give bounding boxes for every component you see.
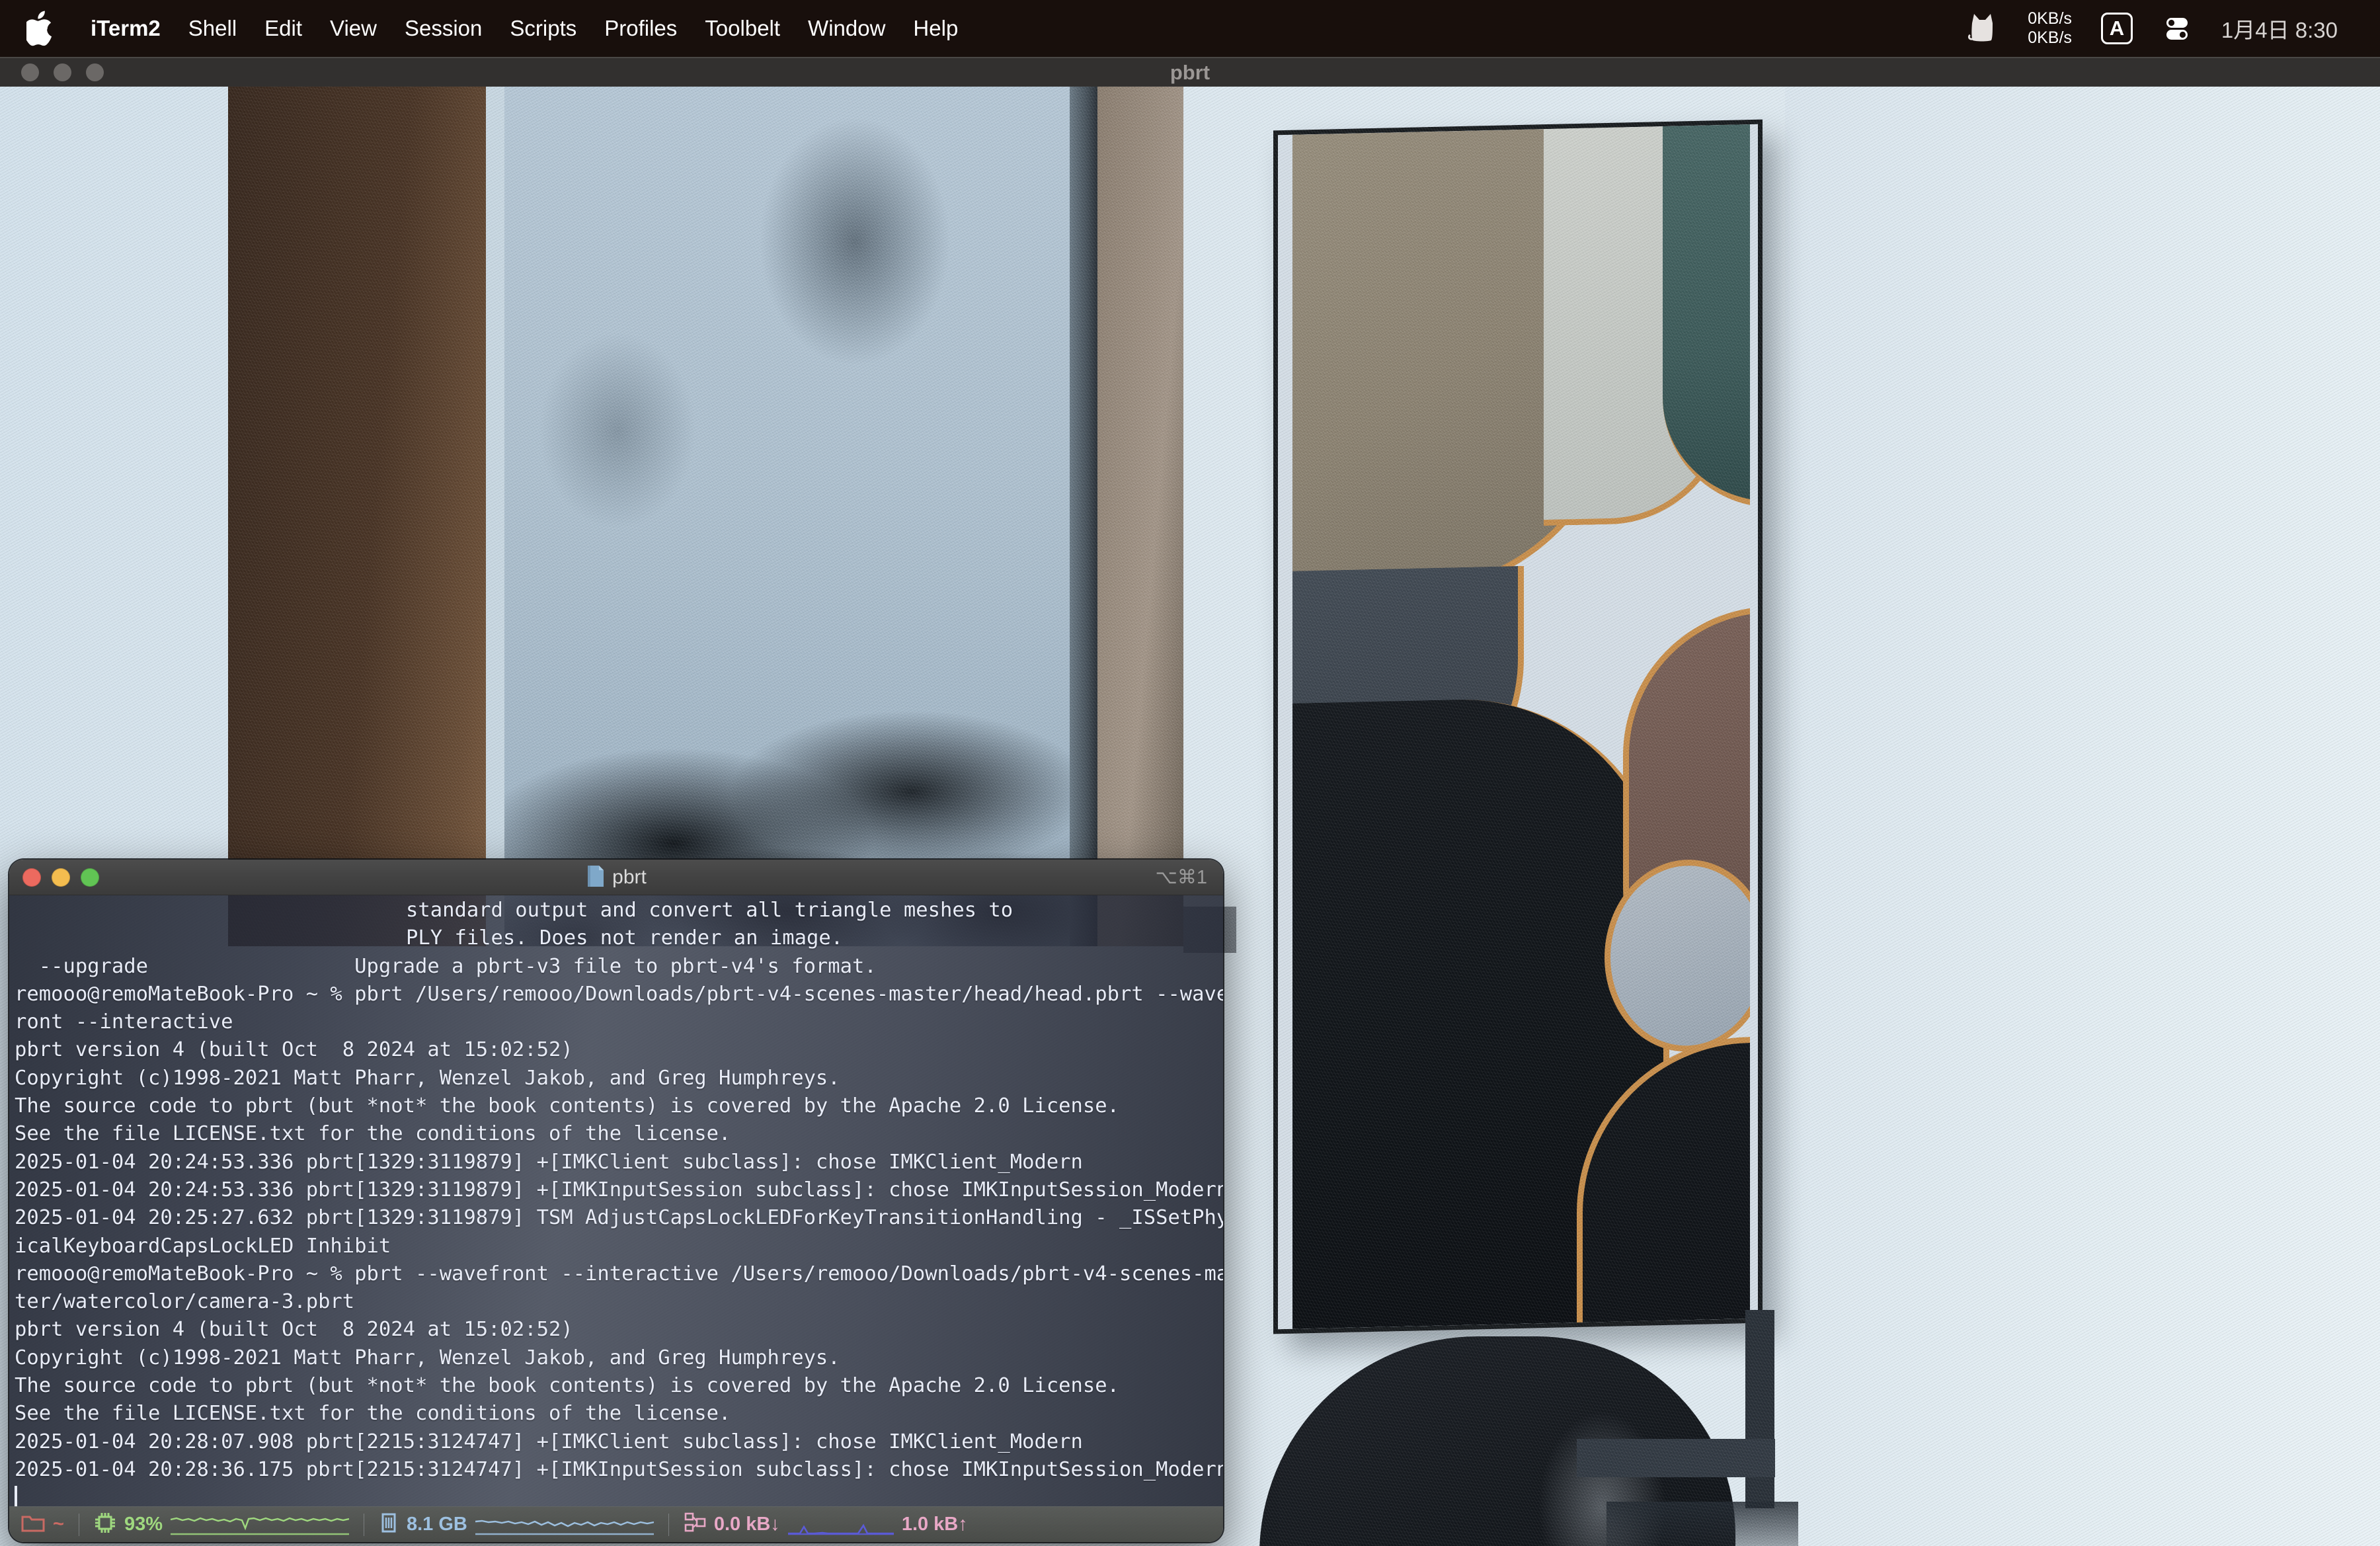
terminal-line: --upgrade Upgrade a pbrt-v3 file to pbrt…	[15, 954, 877, 978]
terminal-line: remooo@remoMateBook-Pro ~ % pbrt /Users/…	[15, 982, 1223, 1006]
iterm-title-group: pbrt	[9, 860, 1223, 895]
network-speed-indicator[interactable]: 0KB/s 0KB/s	[2013, 9, 2086, 48]
status-network[interactable]: 0.0 kB↓ 1.0 kB↑	[684, 1512, 968, 1537]
scene-chair-shadow	[1606, 1502, 1798, 1546]
desktop-screen: pbrt pbrt ⌥⌘1 standard output and conver…	[0, 0, 2380, 1546]
terminal-cursor-line[interactable]	[15, 1484, 1223, 1506]
menubar-item-scripts[interactable]: Scripts	[496, 0, 590, 57]
menubar-clock-text: 1月4日 8:30	[2221, 18, 2338, 42]
cpu-icon	[94, 1512, 116, 1537]
folder-icon	[21, 1513, 45, 1536]
terminal-line: See the file LICENSE.txt for the conditi…	[15, 1402, 731, 1426]
menubar-item-window[interactable]: Window	[794, 0, 899, 57]
terminal-line: The source code to pbrt (but *not* the b…	[15, 1374, 1119, 1398]
control-center-icon[interactable]	[2147, 13, 2207, 44]
terminal-line: 2025-01-04 20:24:53.336 pbrt[1329:311987…	[15, 1178, 1223, 1201]
status-cpu-text: 93%	[124, 1514, 163, 1535]
cat-icon[interactable]	[1951, 11, 2013, 46]
status-net-down: 0.0 kB↓	[713, 1514, 780, 1535]
terminal-line: 2025-01-04 20:24:53.336 pbrt[1329:311987…	[15, 1150, 1083, 1174]
status-net-up: 1.0 kB↑	[901, 1514, 968, 1535]
terminal-line: See the file LICENSE.txt for the conditi…	[15, 1122, 731, 1146]
document-icon	[586, 865, 604, 891]
cpu-sparkline	[170, 1514, 349, 1536]
terminal-lines: standard output and convert all triangle…	[15, 897, 1223, 1506]
input-source-indicator[interactable]: A	[2086, 13, 2147, 44]
menubar-left-group: iTerm2 Shell Edit View Session Scripts P…	[0, 0, 972, 57]
menubar-item-profiles[interactable]: Profiles	[590, 0, 691, 57]
terminal-line: Copyright (c)1998-2021 Matt Pharr, Wenze…	[15, 1346, 840, 1369]
memory-icon	[379, 1512, 399, 1537]
menubar-clock[interactable]: 1月4日 8:30	[2207, 13, 2352, 44]
terminal-line: icalKeyboardCapsLockLED Inhibit	[15, 1234, 391, 1258]
network-sparkline	[787, 1514, 894, 1536]
menubar-item-session[interactable]: Session	[391, 0, 496, 57]
menubar-item-help[interactable]: Help	[899, 0, 972, 57]
terminal-line: 2025-01-04 20:28:36.175 pbrt[2215:312474…	[15, 1457, 1223, 1481]
scene-marble-edge	[1070, 87, 1097, 946]
scene-table-leg	[1745, 1310, 1774, 1508]
terminal-line: 2025-01-04 20:25:27.632 pbrt[1329:311987…	[15, 1206, 1223, 1230]
scene-picture-frame	[1273, 119, 1763, 1334]
iterm-title-text: pbrt	[612, 866, 647, 888]
scene-wall-right	[1785, 87, 2380, 1546]
terminal-line: Copyright (c)1998-2021 Matt Pharr, Wenze…	[15, 1066, 840, 1090]
terminal-line: pbrt version 4 (built Oct 8 2024 at 15:0…	[15, 1038, 573, 1062]
menubar-status-group: 0KB/s 0KB/s A 1月4日 8:30	[1951, 9, 2380, 48]
status-cwd[interactable]: ~	[21, 1513, 64, 1536]
terminal-line: PLY files. Does not render an image.	[406, 926, 844, 950]
pbrt-window-title: pbrt	[1170, 61, 1210, 84]
macos-menubar[interactable]: iTerm2 Shell Edit View Session Scripts P…	[0, 0, 2380, 57]
status-divider	[668, 1513, 669, 1536]
terminal-line: The source code to pbrt (but *not* the b…	[15, 1094, 1119, 1118]
terminal-line: 2025-01-04 20:28:07.908 pbrt[2215:312474…	[15, 1430, 1083, 1453]
iterm-window[interactable]: pbrt ⌥⌘1 standard output and convert all…	[9, 860, 1223, 1542]
menubar-item-view[interactable]: View	[316, 0, 391, 57]
terminal-line: pbrt version 4 (built Oct 8 2024 at 15:0…	[15, 1318, 573, 1342]
iterm-titlebar[interactable]: pbrt ⌥⌘1	[9, 860, 1223, 895]
menubar-item-toolbelt[interactable]: Toolbelt	[691, 0, 794, 57]
terminal-line: ront --interactive	[15, 1010, 233, 1034]
menubar-item-edit[interactable]: Edit	[251, 0, 316, 57]
terminal-line: remooo@remoMateBook-Pro ~ % pbrt --wavef…	[15, 1262, 1223, 1285]
netspeed-up: 0KB/s	[2028, 28, 2072, 47]
status-memory[interactable]: 8.1 GB	[379, 1512, 654, 1537]
status-cpu[interactable]: 93%	[94, 1512, 349, 1537]
terminal-status-bar[interactable]: ~ 93% 8.1 GB 0.0 kB↓ 1.0 kB↑	[9, 1506, 1223, 1542]
menubar-item-iterm2[interactable]: iTerm2	[77, 0, 175, 57]
terminal-line: standard output and convert all triangle…	[406, 899, 1013, 922]
scene-brown-column	[228, 87, 486, 946]
terminal-output-area[interactable]: standard output and convert all triangle…	[9, 895, 1223, 1506]
text-cursor	[15, 1486, 17, 1506]
scene-marble-panel	[504, 87, 1070, 946]
network-icon	[684, 1512, 706, 1537]
input-source-badge: A	[2100, 13, 2133, 44]
scene-light-strip	[486, 87, 504, 946]
apple-logo-icon[interactable]	[26, 10, 57, 47]
netspeed-down: 0KB/s	[2028, 9, 2072, 28]
status-cwd-text: ~	[53, 1514, 64, 1535]
scene-table-top	[1577, 1439, 1775, 1477]
iterm-window-shortcut: ⌥⌘1	[1155, 867, 1207, 888]
scene-right-column	[1097, 87, 1183, 946]
menubar-item-shell[interactable]: Shell	[175, 0, 251, 57]
artwork-canvas	[1292, 124, 1750, 1329]
status-memory-text: 8.1 GB	[406, 1514, 467, 1535]
memory-sparkline	[475, 1514, 654, 1536]
pbrt-window-titlebar[interactable]: pbrt	[0, 57, 2380, 87]
terminal-line: ter/watercolor/camera-3.pbrt	[15, 1290, 355, 1314]
